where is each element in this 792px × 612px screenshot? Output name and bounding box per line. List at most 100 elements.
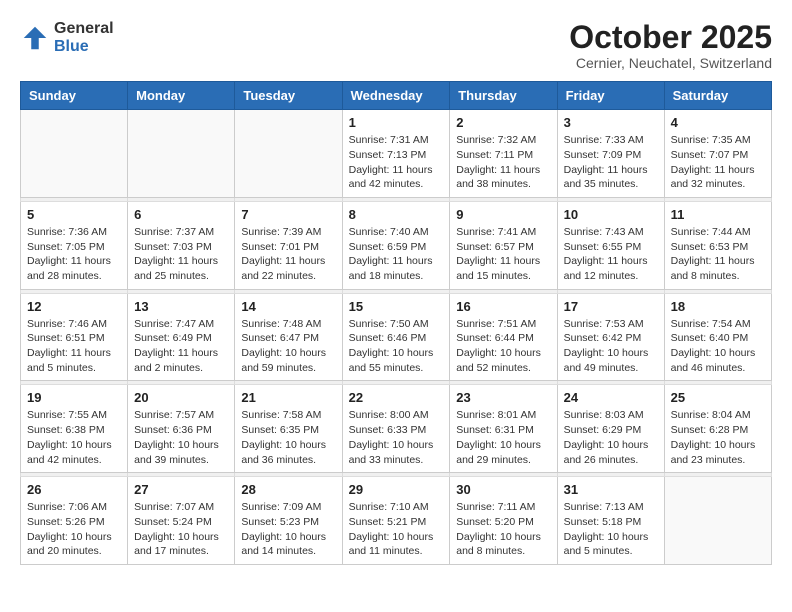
day-info: Sunrise: 7:10 AM Sunset: 5:21 PM Dayligh… bbox=[349, 500, 444, 559]
day-info: Sunrise: 7:36 AM Sunset: 7:05 PM Dayligh… bbox=[27, 225, 121, 284]
calendar-cell: 1Sunrise: 7:31 AM Sunset: 7:13 PM Daylig… bbox=[342, 110, 450, 198]
calendar-cell: 29 Sunrise: 7:10 AM Sunset: 5:21 PM Dayli… bbox=[342, 477, 450, 565]
logo-blue: Blue bbox=[54, 38, 114, 56]
day-info: Sunrise: 7:55 AM Sunset: 6:38 PM Dayligh… bbox=[27, 408, 121, 467]
day-info: Sunrise: 7:51 AM Sunset: 6:44 PM Dayligh… bbox=[456, 317, 550, 376]
calendar-cell: 6Sunrise: 7:37 AM Sunset: 7:03 PM Daylig… bbox=[128, 201, 235, 289]
calendar-cell bbox=[21, 110, 128, 198]
calendar-cell: 14 Sunrise: 7:48 AM Sunset: 6:47 PM Dayli… bbox=[235, 293, 342, 381]
calendar-cell: 19 Sunrise: 7:55 AM Sunset: 6:38 PM Dayli… bbox=[21, 385, 128, 473]
logo-text: General Blue bbox=[54, 20, 114, 55]
calendar-cell: 2Sunrise: 7:32 AM Sunset: 7:11 PM Daylig… bbox=[450, 110, 557, 198]
calendar-cell: 8 Sunrise: 7:40 AM Sunset: 6:59 PM Daylig… bbox=[342, 201, 450, 289]
day-number: 25 bbox=[671, 390, 765, 405]
day-info: Sunrise: 7:35 AM Sunset: 7:07 PM Dayligh… bbox=[671, 133, 765, 192]
day-number: 21 bbox=[241, 390, 335, 405]
calendar-cell: 13Sunrise: 7:47 AM Sunset: 6:49 PM Dayli… bbox=[128, 293, 235, 381]
calendar-cell bbox=[235, 110, 342, 198]
day-info: Sunrise: 7:37 AM Sunset: 7:03 PM Dayligh… bbox=[134, 225, 228, 284]
day-number: 30 bbox=[456, 482, 550, 497]
day-info: Sunrise: 7:13 AM Sunset: 5:18 PM Dayligh… bbox=[564, 500, 658, 559]
page-header: General Blue October 2025 Cernier, Neuch… bbox=[20, 20, 772, 71]
day-number: 8 bbox=[349, 207, 444, 222]
day-info: Sunrise: 7:57 AM Sunset: 6:36 PM Dayligh… bbox=[134, 408, 228, 467]
day-number: 23 bbox=[456, 390, 550, 405]
logo-general: General bbox=[54, 20, 114, 38]
calendar-cell: 11 Sunrise: 7:44 AM Sunset: 6:53 PM Dayli… bbox=[664, 201, 771, 289]
weekday-header-tuesday: Tuesday bbox=[235, 82, 342, 110]
calendar-cell: 21Sunrise: 7:58 AM Sunset: 6:35 PM Dayli… bbox=[235, 385, 342, 473]
calendar-cell: 7 Sunrise: 7:39 AM Sunset: 7:01 PM Daylig… bbox=[235, 201, 342, 289]
day-info: Sunrise: 7:43 AM Sunset: 6:55 PM Dayligh… bbox=[564, 225, 658, 284]
weekday-header-saturday: Saturday bbox=[664, 82, 771, 110]
day-info: Sunrise: 7:54 AM Sunset: 6:40 PM Dayligh… bbox=[671, 317, 765, 376]
day-info: Sunrise: 7:07 AM Sunset: 5:24 PM Dayligh… bbox=[134, 500, 228, 559]
day-info: Sunrise: 7:40 AM Sunset: 6:59 PM Dayligh… bbox=[349, 225, 444, 284]
weekday-header-friday: Friday bbox=[557, 82, 664, 110]
day-info: Sunrise: 8:00 AM Sunset: 6:33 PM Dayligh… bbox=[349, 408, 444, 467]
month-title: October 2025 bbox=[569, 20, 772, 55]
day-number: 19 bbox=[27, 390, 121, 405]
day-number: 20 bbox=[134, 390, 228, 405]
calendar-cell: 20 Sunrise: 7:57 AM Sunset: 6:36 PM Dayli… bbox=[128, 385, 235, 473]
day-number: 17 bbox=[564, 299, 658, 314]
day-number: 9 bbox=[456, 207, 550, 222]
day-info: Sunrise: 7:46 AM Sunset: 6:51 PM Dayligh… bbox=[27, 317, 121, 376]
day-info: Sunrise: 8:03 AM Sunset: 6:29 PM Dayligh… bbox=[564, 408, 658, 467]
calendar-cell: 16 Sunrise: 7:51 AM Sunset: 6:44 PM Dayli… bbox=[450, 293, 557, 381]
week-row-1: 1Sunrise: 7:31 AM Sunset: 7:13 PM Daylig… bbox=[21, 110, 772, 198]
day-number: 4 bbox=[671, 115, 765, 130]
calendar-cell: 18Sunrise: 7:54 AM Sunset: 6:40 PM Dayli… bbox=[664, 293, 771, 381]
location-subtitle: Cernier, Neuchatel, Switzerland bbox=[569, 55, 772, 71]
day-number: 3 bbox=[564, 115, 658, 130]
day-number: 7 bbox=[241, 207, 335, 222]
calendar-cell: 9Sunrise: 7:41 AM Sunset: 6:57 PM Daylig… bbox=[450, 201, 557, 289]
day-number: 10 bbox=[564, 207, 658, 222]
week-row-2: 5Sunrise: 7:36 AM Sunset: 7:05 PM Daylig… bbox=[21, 201, 772, 289]
logo-icon bbox=[20, 23, 50, 53]
calendar-cell: 17 Sunrise: 7:53 AM Sunset: 6:42 PM Dayli… bbox=[557, 293, 664, 381]
week-row-4: 19 Sunrise: 7:55 AM Sunset: 6:38 PM Dayli… bbox=[21, 385, 772, 473]
calendar-cell: 28 Sunrise: 7:09 AM Sunset: 5:23 PM Dayli… bbox=[235, 477, 342, 565]
weekday-header-thursday: Thursday bbox=[450, 82, 557, 110]
day-number: 2 bbox=[456, 115, 550, 130]
calendar-cell: 30Sunrise: 7:11 AM Sunset: 5:20 PM Dayli… bbox=[450, 477, 557, 565]
weekday-header-monday: Monday bbox=[128, 82, 235, 110]
day-number: 11 bbox=[671, 207, 765, 222]
day-info: Sunrise: 7:39 AM Sunset: 7:01 PM Dayligh… bbox=[241, 225, 335, 284]
weekday-header-wednesday: Wednesday bbox=[342, 82, 450, 110]
calendar-cell: 27 Sunrise: 7:07 AM Sunset: 5:24 PM Dayli… bbox=[128, 477, 235, 565]
day-number: 14 bbox=[241, 299, 335, 314]
calendar-cell: 22 Sunrise: 8:00 AM Sunset: 6:33 PM Dayli… bbox=[342, 385, 450, 473]
calendar-cell: 5Sunrise: 7:36 AM Sunset: 7:05 PM Daylig… bbox=[21, 201, 128, 289]
day-number: 22 bbox=[349, 390, 444, 405]
day-info: Sunrise: 7:33 AM Sunset: 7:09 PM Dayligh… bbox=[564, 133, 658, 192]
day-number: 24 bbox=[564, 390, 658, 405]
day-info: Sunrise: 7:09 AM Sunset: 5:23 PM Dayligh… bbox=[241, 500, 335, 559]
calendar-cell bbox=[128, 110, 235, 198]
day-info: Sunrise: 7:47 AM Sunset: 6:49 PM Dayligh… bbox=[134, 317, 228, 376]
day-info: Sunrise: 7:53 AM Sunset: 6:42 PM Dayligh… bbox=[564, 317, 658, 376]
day-number: 29 bbox=[349, 482, 444, 497]
calendar-cell: 26Sunrise: 7:06 AM Sunset: 5:26 PM Dayli… bbox=[21, 477, 128, 565]
weekday-header-row: SundayMondayTuesdayWednesdayThursdayFrid… bbox=[21, 82, 772, 110]
weekday-header-sunday: Sunday bbox=[21, 82, 128, 110]
day-number: 16 bbox=[456, 299, 550, 314]
day-number: 26 bbox=[27, 482, 121, 497]
day-number: 12 bbox=[27, 299, 121, 314]
day-info: Sunrise: 7:48 AM Sunset: 6:47 PM Dayligh… bbox=[241, 317, 335, 376]
day-number: 15 bbox=[349, 299, 444, 314]
day-info: Sunrise: 7:31 AM Sunset: 7:13 PM Dayligh… bbox=[349, 133, 444, 192]
calendar-table: SundayMondayTuesdayWednesdayThursdayFrid… bbox=[20, 81, 772, 565]
calendar-cell: 12 Sunrise: 7:46 AM Sunset: 6:51 PM Dayli… bbox=[21, 293, 128, 381]
day-number: 28 bbox=[241, 482, 335, 497]
day-number: 27 bbox=[134, 482, 228, 497]
title-block: October 2025 Cernier, Neuchatel, Switzer… bbox=[569, 20, 772, 71]
day-info: Sunrise: 7:44 AM Sunset: 6:53 PM Dayligh… bbox=[671, 225, 765, 284]
calendar-cell: 4 Sunrise: 7:35 AM Sunset: 7:07 PM Daylig… bbox=[664, 110, 771, 198]
calendar-cell: 23Sunrise: 8:01 AM Sunset: 6:31 PM Dayli… bbox=[450, 385, 557, 473]
calendar-cell: 25 Sunrise: 8:04 AM Sunset: 6:28 PM Dayli… bbox=[664, 385, 771, 473]
week-row-3: 12 Sunrise: 7:46 AM Sunset: 6:51 PM Dayli… bbox=[21, 293, 772, 381]
day-info: Sunrise: 8:04 AM Sunset: 6:28 PM Dayligh… bbox=[671, 408, 765, 467]
week-row-5: 26Sunrise: 7:06 AM Sunset: 5:26 PM Dayli… bbox=[21, 477, 772, 565]
